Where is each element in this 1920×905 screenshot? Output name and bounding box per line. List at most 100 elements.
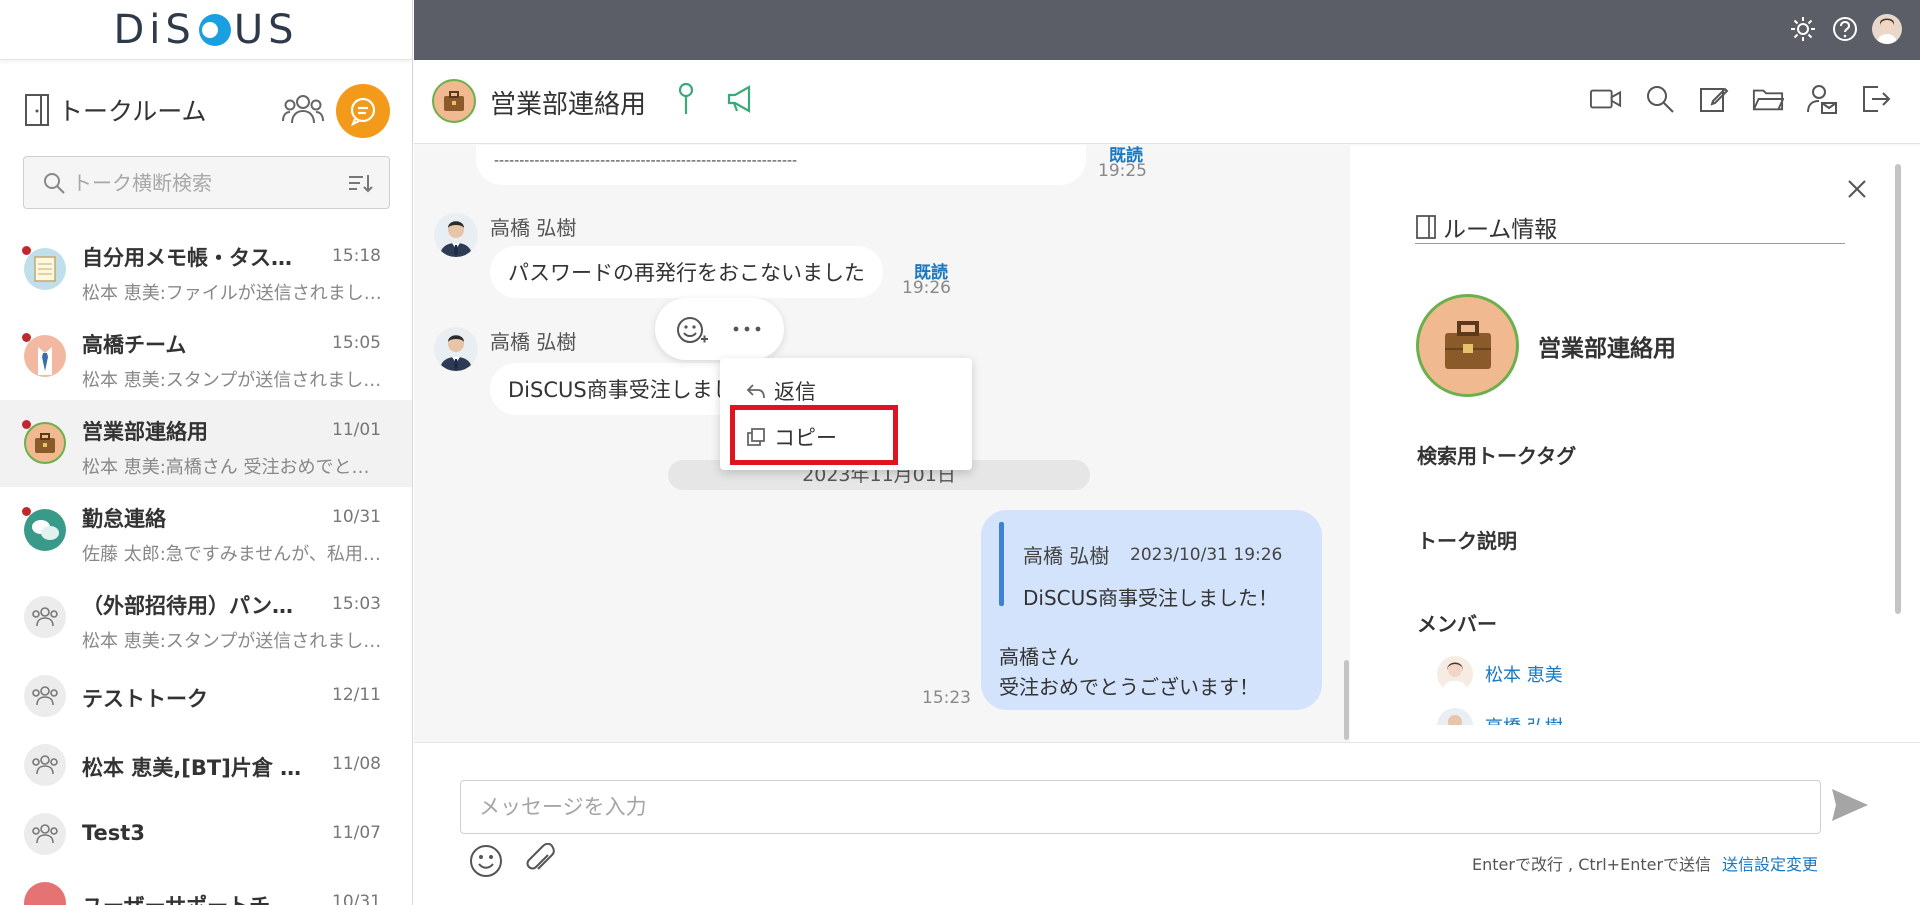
- talk-list-item[interactable]: 勤怠連絡 10/31 佐藤 太郎:急ですみませんが、私用…: [0, 487, 412, 574]
- send-hint: Enterで改行 , Ctrl+Enterで送信: [1472, 855, 1712, 874]
- quote-text: DiSCUS商事受注しました！: [1023, 586, 1278, 610]
- message-text: ----------------------------------------…: [494, 153, 798, 169]
- member-item[interactable]: 高橋 弘樹: [1437, 708, 1563, 725]
- talk-preview: 松本 恵美:ファイルが送信されまし…: [82, 283, 382, 304]
- member-item[interactable]: 松本 恵美: [1437, 656, 1563, 692]
- message-scrollbar[interactable]: [1344, 660, 1349, 740]
- talk-time: 11/08: [332, 754, 381, 774]
- talk-tag-label: 検索用トークタグ: [1417, 444, 1577, 468]
- group-icon: [24, 744, 66, 786]
- sender-avatar[interactable]: [434, 327, 478, 371]
- my-message-bubble[interactable]: 高橋 弘樹 2023/10/31 19:26 DiSCUS商事受注しました！ 高…: [981, 510, 1322, 710]
- new-talk-button[interactable]: [336, 84, 390, 138]
- close-icon[interactable]: [1846, 178, 1868, 200]
- sender-name: 高橋 弘樹: [490, 330, 577, 354]
- sender-name: 高橋 弘樹: [490, 216, 577, 240]
- talk-preview: 佐藤 太郎:急ですみませんが、私用…: [82, 544, 381, 565]
- search-icon: [44, 172, 65, 194]
- talk-room-title: トークルーム: [58, 97, 207, 126]
- send-icon[interactable]: [1830, 787, 1870, 823]
- message-action-bar: [655, 298, 784, 360]
- talk-list-item[interactable]: Test3 11/07: [0, 799, 412, 868]
- memo-icon: [24, 248, 66, 290]
- talk-preview: 松本 恵美:スタンプが送信されまし…: [82, 370, 382, 391]
- talk-time: 15:05: [332, 333, 381, 353]
- message-time: 19:26: [902, 278, 951, 298]
- talk-name: 松本 恵美,[BT]片倉 隆…: [82, 756, 302, 780]
- talk-name: 勤怠連絡: [82, 507, 166, 531]
- reply-menu-item[interactable]: 返信: [746, 376, 816, 406]
- header-tools: [1590, 82, 1892, 116]
- reply-label: 返信: [774, 380, 816, 404]
- pin-icon[interactable]: [676, 82, 696, 118]
- video-call-icon[interactable]: [1590, 82, 1622, 116]
- room-name: 営業部連絡用: [490, 90, 647, 120]
- exit-icon[interactable]: [1860, 82, 1892, 116]
- red-icon: [24, 882, 66, 905]
- briefcase-icon: [432, 79, 476, 123]
- room-info-title: ルーム情報: [1443, 216, 1558, 243]
- message-bubble[interactable]: ----------------------------------------…: [476, 145, 1086, 185]
- emoji-icon[interactable]: [468, 843, 504, 879]
- sender-avatar[interactable]: [434, 213, 478, 257]
- message-composer: Enterで改行 , Ctrl+Enterで送信 送信設定変更: [414, 742, 1920, 905]
- copy-highlight-box: [730, 405, 898, 465]
- message-bubble[interactable]: パスワードの再発行をおこないました: [490, 246, 883, 298]
- attachment-icon[interactable]: [522, 843, 558, 879]
- message-text: 高橋さん 受注おめでとうございます！: [999, 645, 1259, 699]
- door-icon: [1416, 214, 1436, 239]
- talk-list-item[interactable]: 自分用メモ帳・タス… 15:18 松本 恵美:ファイルが送信されまし…: [0, 226, 412, 313]
- message-text: パスワードの再発行をおこないました: [508, 261, 865, 285]
- chat-header: 営業部連絡用: [414, 60, 1920, 144]
- user-mail-icon[interactable]: [1806, 82, 1838, 116]
- talk-list-item[interactable]: ユーザーサポートチ… 10/31: [0, 868, 412, 905]
- talk-list-item-active[interactable]: 営業部連絡用 11/01 松本 恵美:高橋さん 受注おめでと…: [0, 400, 412, 487]
- info-panel-scrollbar[interactable]: [1895, 164, 1901, 614]
- message-time: 19:25: [1098, 161, 1147, 181]
- info-room-name: 営業部連絡用: [1538, 336, 1676, 362]
- door-icon: [25, 94, 49, 126]
- sidebar: DiSUS トークルーム 自分用メモ帳・タス… 15:18 松本 恵美:ファイル…: [0, 0, 413, 905]
- send-settings-link[interactable]: 送信設定変更: [1722, 851, 1818, 875]
- unread-dot: [22, 420, 31, 429]
- group-icon: [24, 813, 66, 855]
- message-context-menu: 返信 コピー: [720, 358, 972, 470]
- more-icon[interactable]: [732, 326, 762, 332]
- group-icon: [24, 596, 66, 638]
- talk-name: テストトーク: [82, 687, 208, 711]
- sort-icon[interactable]: [347, 171, 373, 195]
- briefcase-icon: [1416, 294, 1519, 397]
- settings-icon[interactable]: [1788, 14, 1818, 44]
- message-input[interactable]: [460, 780, 1821, 834]
- talk-list-item[interactable]: 松本 恵美,[BT]片倉 隆… 11/08: [0, 730, 412, 799]
- quote-bar: [999, 522, 1004, 606]
- member-name: 高橋 弘樹: [1485, 713, 1563, 725]
- talk-time: 10/31: [332, 892, 381, 905]
- talk-name: ユーザーサポートチ…: [82, 890, 302, 905]
- add-reaction-icon[interactable]: [675, 313, 709, 347]
- folder-icon[interactable]: [1752, 82, 1784, 116]
- talk-search-box[interactable]: [23, 156, 390, 209]
- talk-preview: 松本 恵美:高橋さん 受注おめでと…: [82, 457, 370, 478]
- user-avatar[interactable]: [1872, 14, 1902, 44]
- members-icon[interactable]: [282, 92, 324, 128]
- help-icon[interactable]: [1830, 14, 1860, 44]
- talk-name: 高橋チーム: [82, 333, 187, 357]
- talk-name: 営業部連絡用: [82, 420, 208, 444]
- member-avatar: [1437, 708, 1473, 725]
- talk-time: 15:18: [332, 246, 381, 266]
- edit-icon[interactable]: [1698, 82, 1730, 116]
- talk-room-heading: トークルーム: [24, 92, 207, 128]
- talk-search-input[interactable]: [72, 170, 332, 195]
- megaphone-icon[interactable]: [726, 84, 758, 114]
- talk-name: （外部招待用）パン…: [82, 594, 294, 618]
- member-avatar: [1437, 656, 1473, 692]
- unread-dot: [22, 246, 31, 255]
- talk-list-item[interactable]: テストトーク 12/11: [0, 661, 412, 730]
- talk-time: 15:03: [332, 594, 381, 614]
- search-icon[interactable]: [1644, 82, 1676, 116]
- talk-list-item[interactable]: （外部招待用）パン… 15:03 松本 恵美:スタンプが送信されまし…: [0, 574, 412, 661]
- discus-logo[interactable]: DiS US: [114, 7, 299, 53]
- talk-name: Test3: [82, 821, 145, 845]
- talk-list-item[interactable]: 高橋チーム 15:05 松本 恵美:スタンプが送信されまし…: [0, 313, 412, 400]
